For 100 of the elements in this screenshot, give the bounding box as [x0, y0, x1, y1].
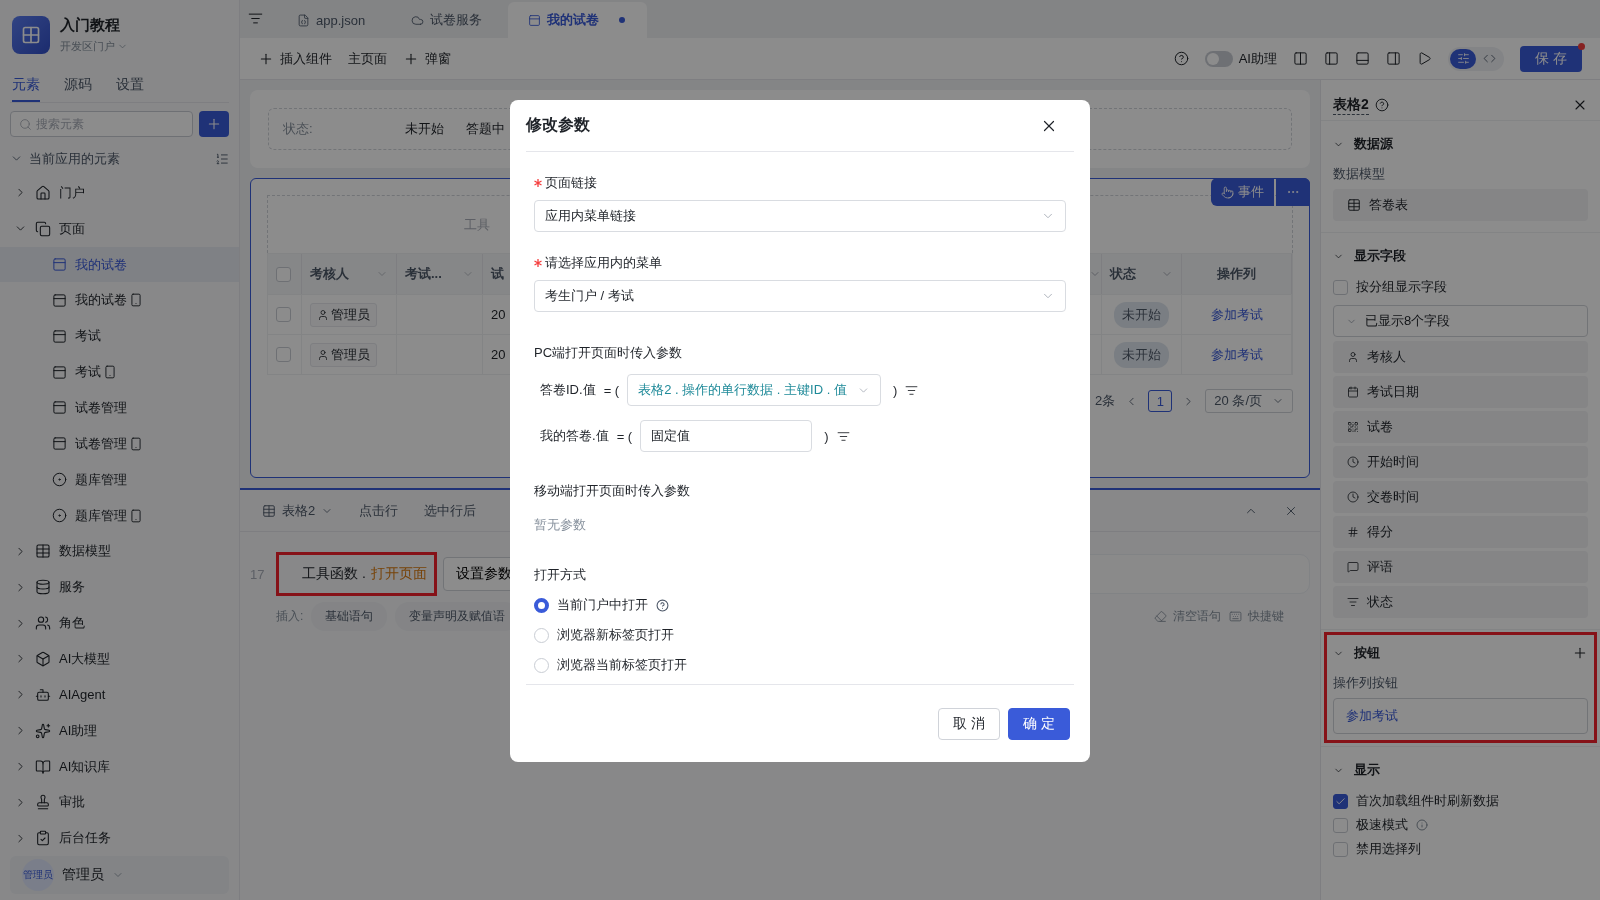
table-icon: [35, 543, 51, 560]
more-button[interactable]: [1276, 178, 1310, 206]
file-tab[interactable]: 试卷服务: [391, 2, 505, 38]
tree-item[interactable]: 角色: [0, 605, 239, 642]
param-operator: = (: [616, 428, 633, 444]
add-button[interactable]: [199, 111, 229, 137]
tree-item[interactable]: 我的试卷: [0, 282, 239, 319]
phone-icon: [129, 293, 143, 308]
tree-item[interactable]: AI大模型: [0, 641, 239, 677]
panel-title: 表格2: [1333, 95, 1369, 115]
tree-item[interactable]: AI助理: [0, 712, 239, 749]
field-item[interactable]: 状态: [1333, 586, 1588, 618]
field-item[interactable]: 评语: [1333, 551, 1588, 583]
toolbar-button[interactable]: 插入组件: [258, 49, 332, 68]
code-statement[interactable]: 工具函数 . 打开页面: [278, 554, 435, 594]
field-item[interactable]: 试卷: [1333, 411, 1588, 443]
user-tag: 管理员: [310, 302, 377, 327]
tree-title: 当前应用的元素: [29, 149, 120, 168]
user-icon: [317, 348, 329, 361]
file-tab[interactable]: app.json: [277, 2, 388, 38]
tree-item[interactable]: 数据模型: [0, 533, 239, 570]
search-icon: [19, 117, 32, 131]
toolbar-button[interactable]: 弹窗: [403, 49, 451, 68]
tree-item[interactable]: 后台任务: [0, 820, 239, 857]
panel-bottom-icon: [1355, 51, 1370, 66]
section-label: PC端打开页面时传入参数: [534, 344, 684, 362]
snippet-chip[interactable]: 基础语句: [311, 602, 388, 631]
field-label: 页面链接: [545, 174, 597, 192]
radio-button[interactable]: [534, 597, 549, 613]
filter-option[interactable]: 答题中: [465, 120, 505, 138]
save-button[interactable]: 保 存: [1520, 45, 1582, 72]
toolbar-button[interactable]: 主页面: [348, 49, 387, 68]
status-badge: 未开始: [1114, 301, 1169, 328]
field-item[interactable]: 交卷时间: [1333, 481, 1588, 513]
page-icon: [52, 292, 67, 308]
field-item[interactable]: 开始时间: [1333, 446, 1588, 478]
empty-text: 暂无参数: [534, 516, 587, 534]
tree-item[interactable]: 服务: [0, 569, 239, 606]
user-menu[interactable]: 管理员 管理员: [10, 856, 229, 895]
ai-toggle[interactable]: [1204, 50, 1233, 67]
join-exam-link[interactable]: 参加考试: [1210, 305, 1263, 324]
checkbox[interactable]: [1333, 793, 1348, 809]
sidebar-tab[interactable]: 源码: [64, 72, 92, 102]
join-exam-link[interactable]: 参加考试: [1210, 345, 1263, 364]
select-field[interactable]: 应用内菜单链接: [534, 200, 1066, 232]
tree-item[interactable]: 门户: [0, 174, 239, 211]
tree-item[interactable]: 试卷管理: [0, 390, 239, 426]
design-mode-button[interactable]: [1450, 48, 1476, 69]
tree-item[interactable]: AIAgent: [0, 676, 239, 713]
users-icon: [35, 615, 51, 632]
eraser-icon: [1154, 610, 1167, 623]
section-title: 数据源: [1354, 135, 1393, 153]
tree-item[interactable]: AI知识库: [0, 748, 239, 785]
tree-item[interactable]: 题库管理: [0, 497, 239, 534]
filter-icon: [836, 429, 850, 443]
panel-right-icon: [1386, 51, 1401, 66]
app-logo: [12, 16, 50, 54]
tree-item[interactable]: 考试: [0, 354, 239, 391]
sparkles-icon: [35, 722, 51, 739]
component-selector[interactable]: 表格2: [262, 501, 334, 520]
list-icon: [1347, 596, 1359, 608]
page-number[interactable]: 1: [1148, 390, 1173, 412]
tree-item[interactable]: 试卷管理: [0, 425, 239, 462]
tree-item[interactable]: 题库管理: [0, 461, 239, 498]
tree-item[interactable]: 我的试卷: [0, 246, 239, 283]
file-tab[interactable]: 我的试卷: [508, 2, 648, 38]
status-badge: 未开始: [1114, 341, 1169, 368]
filter-option[interactable]: 未开始: [404, 120, 444, 138]
field-item[interactable]: 考核人: [1333, 341, 1588, 373]
sidebar-tab[interactable]: 元素: [12, 72, 40, 102]
field-label: 数据模型: [1333, 165, 1386, 183]
select-field[interactable]: 考生门户 / 考试: [534, 280, 1066, 312]
param-input[interactable]: 固定值: [640, 420, 813, 452]
field-item[interactable]: 考试日期: [1333, 376, 1588, 408]
page-size-select[interactable]: 20 条/页: [1205, 389, 1293, 413]
row-checkbox[interactable]: [276, 307, 291, 322]
data-model-field[interactable]: 答卷表: [1333, 189, 1588, 221]
page-icon: [52, 436, 67, 452]
tree-item[interactable]: 考试: [0, 318, 239, 355]
event-tab[interactable]: 点击行: [359, 501, 399, 520]
total-count: 2条: [1095, 392, 1116, 410]
field-item[interactable]: 得分: [1333, 516, 1588, 548]
tree-item[interactable]: 页面: [0, 210, 239, 247]
cancel-button[interactable]: 取 消: [938, 707, 1001, 740]
event-button[interactable]: 事件: [1211, 178, 1274, 206]
param-close: ): [892, 382, 898, 398]
row-checkbox[interactable]: [276, 347, 291, 362]
event-tab[interactable]: 选中行后: [424, 501, 477, 520]
section-title: 显示: [1354, 761, 1380, 779]
fields-summary[interactable]: 已显示8个字段: [1333, 305, 1588, 337]
param-select[interactable]: 表格2 . 操作的单行数据 . 主键ID . 值: [627, 374, 881, 406]
checkbox-label: 禁用选择列: [1356, 840, 1421, 858]
sidebar-tab[interactable]: 设置: [116, 72, 144, 102]
tree-item[interactable]: 审批: [0, 784, 239, 821]
action-button-item[interactable]: 参加考试: [1333, 698, 1588, 734]
user-tag: 管理员: [310, 342, 377, 367]
page-icon: [52, 328, 67, 344]
field-label: 操作列按钮: [1333, 674, 1399, 692]
comment-icon: [1347, 561, 1359, 573]
confirm-button[interactable]: 确 定: [1008, 707, 1070, 740]
